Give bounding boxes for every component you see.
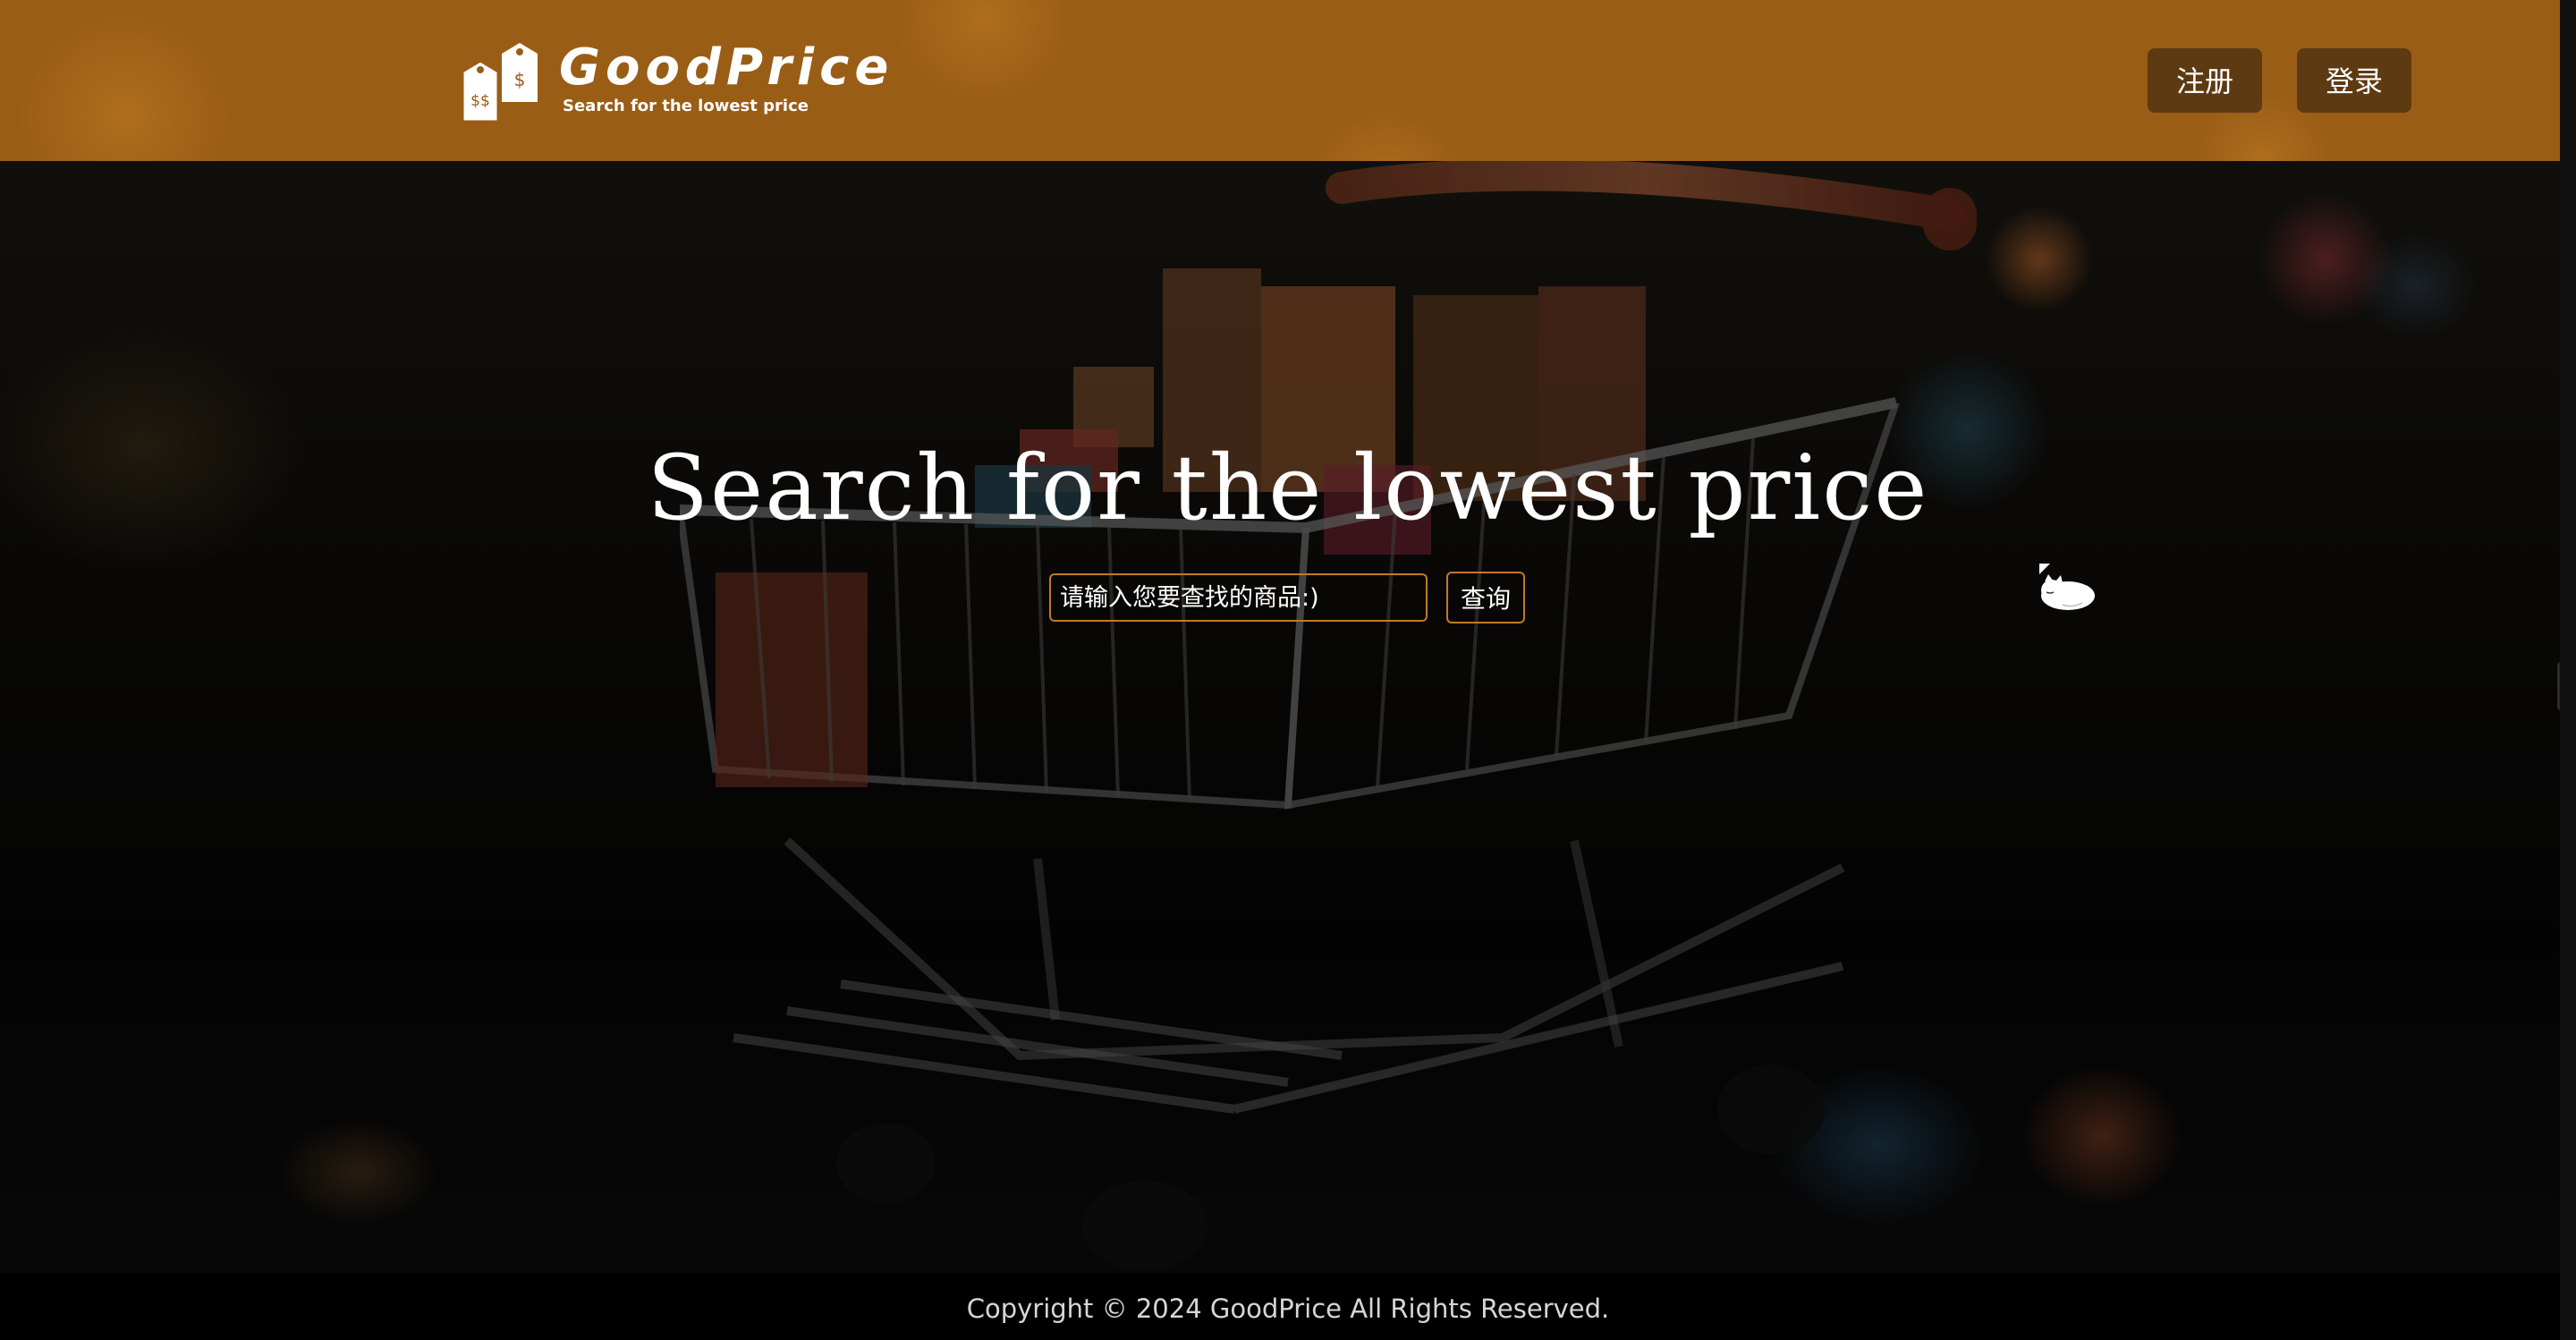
logo-text: GoodPrice Search for the lowest price xyxy=(559,39,894,116)
register-button[interactable]: 注册 xyxy=(2148,48,2262,113)
svg-text:$$: $$ xyxy=(470,92,490,110)
header-bokeh xyxy=(894,0,1073,107)
footer-copyright: Copyright © 2024 GoodPrice All Rights Re… xyxy=(966,1293,1610,1324)
hero-title: Search for the lowest price xyxy=(647,436,1929,540)
price-tags-icon: $ $$ xyxy=(461,43,538,123)
search-button[interactable]: 查询 xyxy=(1446,572,1525,623)
page-footer: Copyright © 2024 GoodPrice All Rights Re… xyxy=(0,1273,2560,1340)
logo-title: GoodPrice xyxy=(559,38,894,97)
top-header: $ $$ GoodPrice Search for the lowest pri… xyxy=(0,0,2560,161)
scrollbar-track[interactable] xyxy=(2560,0,2576,1340)
header-bokeh xyxy=(1306,107,1467,161)
product-search-input[interactable] xyxy=(1049,573,1428,622)
header-bokeh xyxy=(18,9,233,161)
logo-subtitle: Search for the lowest price xyxy=(563,97,809,115)
page: $ $$ GoodPrice Search for the lowest pri… xyxy=(0,0,2576,1340)
sleeping-cat-icon[interactable] xyxy=(2036,562,2097,612)
site-logo[interactable]: $ $$ GoodPrice Search for the lowest pri… xyxy=(461,39,894,125)
hero-dim-overlay xyxy=(0,161,2560,1273)
hero-section: Search for the lowest price 查询 xyxy=(0,161,2560,1273)
svg-text:$: $ xyxy=(514,69,526,90)
login-button[interactable]: 登录 xyxy=(2297,48,2411,113)
